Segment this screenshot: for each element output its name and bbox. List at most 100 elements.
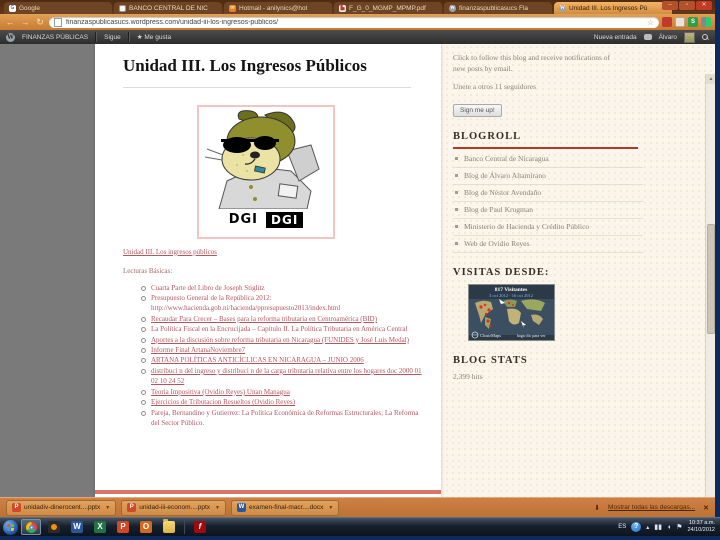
address-bar[interactable]: finanzaspublicasucs.wordpress.com/unidad… (49, 16, 659, 28)
lecturas-basicas-label: Lecturas Básicas: (123, 266, 173, 275)
url-text[interactable]: finanzaspublicasucs.wordpress.com/unidad… (66, 19, 643, 26)
download-item[interactable]: P unidadiv-dinerocent....pptx ▼ (6, 499, 117, 516)
blog-stats-value: 2,399 hits (453, 372, 483, 381)
tab-google[interactable]: G Google (4, 2, 112, 14)
list-item[interactable]: Informe Final ArtanaNoviembre7 (141, 345, 423, 355)
blogroll-heading: BLOGROLL (453, 131, 522, 142)
like-button[interactable]: ★ Me gusta (137, 33, 171, 41)
taskbar-excel-button[interactable]: X (90, 519, 110, 535)
extension-icon[interactable] (701, 17, 711, 27)
tab-hotmail[interactable]: ✉ Hotmail - anilynics@hot (224, 2, 332, 14)
show-all-downloads-link[interactable]: Mostrar todas las descargas... (608, 504, 695, 511)
help-icon[interactable]: ? (631, 522, 642, 532)
blogroll-item[interactable]: Ministerio de Hacienda y Crédito Público (453, 219, 643, 236)
taskbar-mediaplayer-button[interactable] (44, 519, 64, 535)
outlook-icon: O (140, 521, 152, 533)
minimize-button[interactable]: – (662, 1, 678, 10)
taskbar-explorer-button[interactable] (159, 519, 179, 535)
network-icon[interactable]: ▮▮ (654, 523, 662, 531)
chevron-down-icon[interactable]: ▼ (328, 505, 333, 511)
forward-button[interactable]: → (19, 17, 31, 28)
chevron-down-icon[interactable]: ▼ (215, 505, 220, 511)
blogroll-list: Banco Central de Nicaragua Blog de Álvar… (453, 151, 643, 253)
back-button[interactable]: ← (4, 17, 16, 28)
list-item[interactable]: ARTANA POLÍTICAS ANTICÍCLICAS EN NICARAG… (141, 355, 423, 365)
taskbar-chrome-button[interactable] (21, 519, 41, 535)
powerpoint-file-icon: P (12, 503, 21, 512)
user-name[interactable]: Álvaro (659, 34, 677, 41)
download-item[interactable]: W examen-final-macr....docx ▼ (230, 499, 340, 516)
list-item[interactable]: distribuci n del ingreso y distribuci n … (141, 366, 423, 387)
scrollbar-thumb[interactable] (707, 224, 715, 334)
scrollbar[interactable]: ▲ ▼ (705, 74, 715, 497)
clustrmaps-widget[interactable]: 817 Visitantes 3 oct 2012 - 16 oct 2012 … (468, 284, 555, 341)
wordpress-logo-icon[interactable]: W (6, 32, 15, 42)
google-favicon-icon: G (9, 4, 16, 12)
taskbar-word-button[interactable]: W (67, 519, 87, 535)
refresh-button[interactable]: ↻ (34, 17, 46, 28)
tray-expand-icon[interactable]: ▴ (646, 524, 649, 531)
taskbar-powerpoint-button[interactable]: P (113, 519, 133, 535)
blogroll-item[interactable]: Banco Central de Nicaragua (453, 151, 643, 168)
volume-icon[interactable]: ◖ (667, 524, 671, 531)
extension-icon[interactable] (675, 17, 685, 27)
taskbar-clock[interactable]: 10:37 a.m. 24/10/2012 (687, 520, 715, 534)
list-item[interactable]: Presupuesto General de la República 2012… (141, 293, 423, 314)
window-controls: – ▫ ✕ (662, 1, 712, 10)
tab-pdf[interactable]: ▙ F_G_0_MGMP_MPMP.pdf (334, 2, 442, 14)
close-downloads-icon[interactable]: ✕ (703, 504, 709, 512)
language-indicator[interactable]: ES (618, 524, 626, 530)
downloads-bar: P unidadiv-dinerocent....pptx ▼ P unidad… (0, 497, 715, 517)
search-icon[interactable] (702, 33, 709, 41)
new-post-button[interactable]: Nueva entrada (594, 34, 637, 41)
tab-finanzaspublicas[interactable]: W finanzaspublicasucs Fla (444, 2, 552, 14)
action-center-flag-icon[interactable]: ⚑ (676, 523, 682, 531)
chevron-down-icon[interactable]: ▼ (105, 505, 110, 511)
blogroll-item[interactable]: Blog de Néstor Avendaño (453, 185, 643, 202)
list-item[interactable]: Ejercicios de Tributacion Resueltos (Ovi… (141, 397, 423, 407)
dgi-dog-image[interactable]: DGI DGI (197, 104, 335, 239)
blogroll-item[interactable]: Blog de Paul Krugman (453, 202, 643, 219)
tab-banco-central[interactable]: BANCO CENTRAL DE NIC (114, 2, 222, 14)
scrollbar-up-arrow[interactable]: ▲ (706, 74, 715, 84)
admin-bar-right: Nueva entrada Álvaro (594, 31, 709, 43)
list-item[interactable]: Pareja, Bernandino y Gutierrez: La Polít… (141, 408, 423, 429)
dgi-wordmark: DGI (228, 212, 259, 228)
unidad-iii-link[interactable]: Unidad III. Los ingresos públicos (123, 248, 441, 256)
blogroll-item[interactable]: Blog de Álvaro Altamirano (453, 168, 643, 185)
blogroll-item[interactable]: Web de Ovidio Reyes (453, 236, 643, 253)
downloads-bar-right: ⬇ Mostrar todas las descargas... ✕ (594, 504, 709, 512)
taskbar-outlook-button[interactable]: O (136, 519, 156, 535)
close-button[interactable]: ✕ (696, 1, 712, 10)
map-brand: ClustrMaps (480, 333, 501, 338)
media-player-icon (48, 521, 60, 533)
list-item[interactable]: Teoria Impositiva (Ovidio Reyes) Unan Ma… (141, 387, 423, 397)
divider (95, 32, 98, 42)
pdf-favicon-icon: ▙ (339, 4, 346, 12)
download-item[interactable]: P unidad-iii-econom....pptx ▼ (121, 499, 226, 516)
download-filename: unidadiv-dinerocent....pptx (24, 504, 101, 511)
sign-me-up-button[interactable]: Sign me up! (453, 104, 502, 117)
taskbar-flash-button[interactable]: f (190, 519, 210, 535)
comments-bubble-icon[interactable] (643, 34, 652, 40)
site-name[interactable]: FINANZAS PÚBLICAS (22, 34, 88, 41)
start-button[interactable] (3, 519, 18, 535)
skype-extension-icon[interactable]: S (688, 17, 698, 27)
visitas-desde-heading: VISITAS DESDE: (453, 267, 550, 278)
tab-label: finanzaspublicasucs Fla (459, 4, 529, 12)
avatar[interactable] (684, 31, 695, 43)
tab-label: Hotmail - anilynics@hot (239, 4, 308, 12)
document-favicon-icon (119, 4, 126, 12)
tab-unidad-iii-active[interactable]: W Unidad III. Los Ingresos Pú (554, 2, 672, 14)
windows-logo-icon (7, 523, 14, 531)
bookmark-star-icon[interactable]: ☆ (647, 18, 654, 27)
folder-icon (163, 519, 175, 533)
list-item[interactable]: La Política Fiscal en la Encrucijada – C… (141, 324, 423, 334)
maximize-button[interactable]: ▫ (679, 1, 695, 10)
extension-icon[interactable] (662, 17, 672, 27)
list-item[interactable]: Recaudar Para Crecer – Bases para la ref… (141, 314, 423, 324)
list-item[interactable]: Cuarta Parte del Libro de Joseph Stiglit… (141, 283, 423, 293)
follow-button[interactable]: Sigue (104, 34, 121, 41)
list-item[interactable]: Aportes a la discusión sobre reforma tri… (141, 335, 423, 345)
browser-toolbar: ← → ↻ finanzaspublicasucs.wordpress.com/… (0, 14, 715, 30)
